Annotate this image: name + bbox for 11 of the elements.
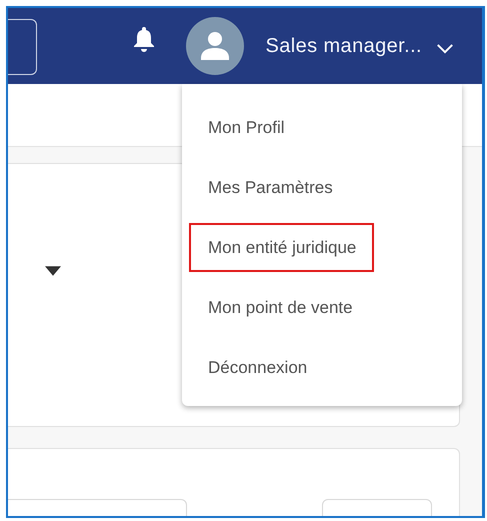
user-name[interactable]: Sales manager... bbox=[266, 34, 422, 58]
chevron-down-icon[interactable] bbox=[436, 42, 454, 54]
menu-item[interactable]: Mon point de vente bbox=[206, 283, 361, 332]
menu-item[interactable]: Mes Paramètres bbox=[206, 163, 341, 212]
caret-down-icon[interactable] bbox=[45, 266, 61, 276]
bell-icon[interactable] bbox=[132, 26, 156, 52]
avatar-icon[interactable] bbox=[186, 17, 244, 75]
search-field[interactable] bbox=[8, 19, 37, 75]
menu-item[interactable]: Mon entité juridique bbox=[189, 223, 374, 272]
menu-item[interactable]: Déconnexion bbox=[206, 343, 316, 392]
menu-item[interactable]: Mon Profil bbox=[206, 103, 293, 152]
